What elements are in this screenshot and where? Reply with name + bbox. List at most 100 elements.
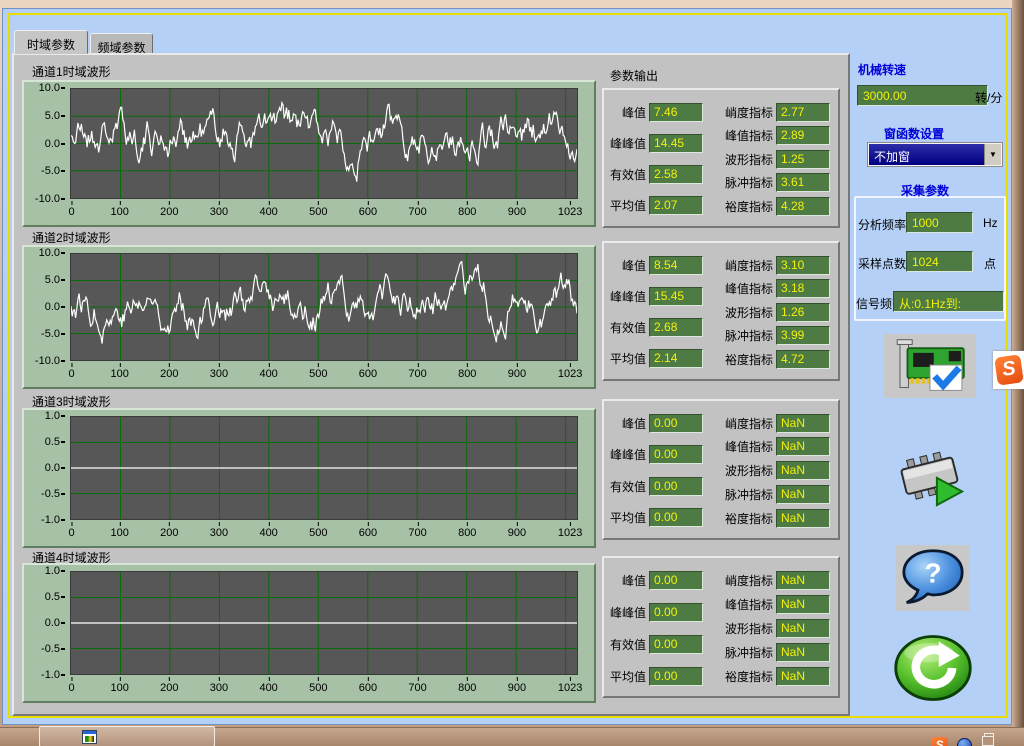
- waveform-svg: [71, 254, 577, 360]
- chevron-down-icon[interactable]: ▼: [984, 144, 1001, 165]
- x-tick-label: 600: [359, 527, 377, 539]
- sogou-tray-icon[interactable]: S: [931, 737, 948, 746]
- tab-time-domain[interactable]: 时域参数: [14, 30, 88, 54]
- param-value-box: 2.14: [649, 349, 703, 368]
- x-tick-label: 700: [408, 527, 426, 539]
- app-window-icon: [82, 730, 97, 744]
- signal-band-input[interactable]: 从:0.1Hz到:: [893, 291, 1004, 312]
- x-tick-label: 600: [359, 368, 377, 380]
- x-tick-label: 1023: [558, 206, 582, 218]
- chart-channel4: 1.00.50.0-0.5-1.0 0100200300400500600700…: [22, 563, 596, 703]
- param-value-box: 2.77: [776, 103, 830, 122]
- y-tick-label: 0.5: [45, 591, 65, 603]
- param-row: 裕度指标NaN: [725, 508, 830, 528]
- param-value-box: 8.54: [649, 256, 703, 275]
- x-tick-label: 400: [259, 527, 277, 539]
- x-tick-label: 400: [259, 682, 277, 694]
- x-tick-label: 500: [309, 368, 327, 380]
- x-tick-label: 0: [68, 527, 74, 539]
- speed-unit: 转/分: [975, 89, 1002, 106]
- param-label: 裕度指标: [725, 351, 773, 368]
- param-value-box: 0.00: [649, 414, 703, 433]
- param-value-box: NaN: [776, 437, 830, 456]
- param-label: 平均值: [610, 668, 646, 685]
- param-row: 平均值2.07: [610, 196, 703, 216]
- y-tick-label: 0.5: [45, 436, 65, 448]
- y-tick-label: 10.0: [39, 247, 65, 259]
- x-axis: 01002003004005006007008009001023: [70, 681, 578, 697]
- param-row: 有效值2.68: [610, 318, 703, 338]
- speed-input[interactable]: 3000.00: [857, 85, 988, 106]
- param-row: 峰值指标NaN: [725, 437, 830, 457]
- x-tick-label: 300: [210, 368, 228, 380]
- param-label: 峰峰值: [610, 135, 646, 152]
- param-row: 峰值0.00: [610, 570, 703, 590]
- x-tick-label: 300: [210, 527, 228, 539]
- param-value-box: 0.00: [649, 477, 703, 496]
- param-label: 平均值: [610, 509, 646, 526]
- y-tick-label: -1.0: [41, 514, 65, 526]
- param-row: 波形指标1.26: [725, 302, 830, 322]
- param-row: 有效值0.00: [610, 476, 703, 496]
- y-tick-label: -10.0: [35, 355, 65, 367]
- sogou-input-bar[interactable]: S: [993, 351, 1024, 389]
- x-axis: 01002003004005006007008009001023: [70, 367, 578, 383]
- plot-area: [70, 571, 578, 675]
- param-value-box: 2.89: [776, 126, 830, 145]
- y-tick-label: 5.0: [45, 274, 65, 286]
- restore-windows-icon[interactable]: [984, 733, 994, 741]
- window-fn-dropdown[interactable]: 不加窗 ▼: [868, 143, 1002, 166]
- param-label: 波形指标: [725, 462, 773, 479]
- y-tick-label: 5.0: [45, 110, 65, 122]
- chip-run-button[interactable]: [893, 438, 973, 510]
- chart1-title: 通道1时域波形: [32, 63, 111, 80]
- param-row: 波形指标NaN: [725, 461, 830, 481]
- param-value-box: NaN: [776, 461, 830, 480]
- x-tick-label: 900: [508, 682, 526, 694]
- param-value-box: 14.45: [649, 134, 703, 153]
- y-tick-label: 0.0: [45, 462, 65, 474]
- acq-row-label: 采样点数: [858, 255, 906, 272]
- analysis-freq-input[interactable]: 1000: [906, 212, 973, 233]
- device-check-button[interactable]: [884, 334, 976, 398]
- x-tick-label: 500: [309, 682, 327, 694]
- param-value-box: NaN: [776, 509, 830, 528]
- y-tick-label: -5.0: [41, 328, 65, 340]
- param-value-box: NaN: [776, 595, 830, 614]
- param-row: 峰值指标2.89: [725, 126, 830, 146]
- desktop: 时域参数 频域参数 通道1时域波形 10.0 5.0 0.0 -5.0 -10.0 0 1…: [0, 0, 1024, 746]
- param-label: 峭度指标: [725, 572, 773, 589]
- window-fn-label: 窗函数设置: [884, 125, 944, 142]
- param-label: 峭度指标: [725, 415, 773, 432]
- tab-freq-domain[interactable]: 频域参数: [90, 33, 153, 54]
- param-value-box: NaN: [776, 485, 830, 504]
- y-tick-label: -0.5: [41, 488, 65, 500]
- param-row: 峰峰值0.00: [610, 602, 703, 622]
- param-label: 峰峰值: [610, 446, 646, 463]
- x-tick-label: 700: [408, 368, 426, 380]
- param-value-box: NaN: [776, 571, 830, 590]
- y-tick-label: -0.5: [41, 643, 65, 655]
- x-tick-label: 200: [160, 206, 178, 218]
- param-row: 峭度指标NaN: [725, 570, 830, 590]
- taskbar-app-button[interactable]: [39, 726, 215, 746]
- taskbar[interactable]: S: [0, 727, 1024, 746]
- sample-count-input[interactable]: 1024: [906, 251, 973, 272]
- param-panel-ch2: 峰值8.54峰峰值15.45有效值2.68平均值2.14峭度指标3.10峰值指标…: [602, 241, 840, 381]
- param-value-box: NaN: [776, 643, 830, 662]
- x-tick-label: 600: [359, 682, 377, 694]
- tray-blue-icon[interactable]: [957, 738, 972, 746]
- param-value-box: 4.72: [776, 350, 830, 369]
- param-row: 峭度指标2.77: [725, 102, 830, 122]
- param-row: 脉冲指标NaN: [725, 642, 830, 662]
- help-button[interactable]: ?: [896, 545, 970, 611]
- param-row: 峭度指标3.10: [725, 255, 830, 275]
- plot-area: [70, 416, 578, 520]
- param-label: 波形指标: [725, 151, 773, 168]
- param-row: 峰值8.54: [610, 255, 703, 275]
- param-value-box: 2.58: [649, 165, 703, 184]
- x-tick-label: 200: [160, 368, 178, 380]
- param-row: 峰值7.46: [610, 102, 703, 122]
- refresh-button[interactable]: [889, 632, 977, 704]
- param-row: 峰峰值14.45: [610, 133, 703, 153]
